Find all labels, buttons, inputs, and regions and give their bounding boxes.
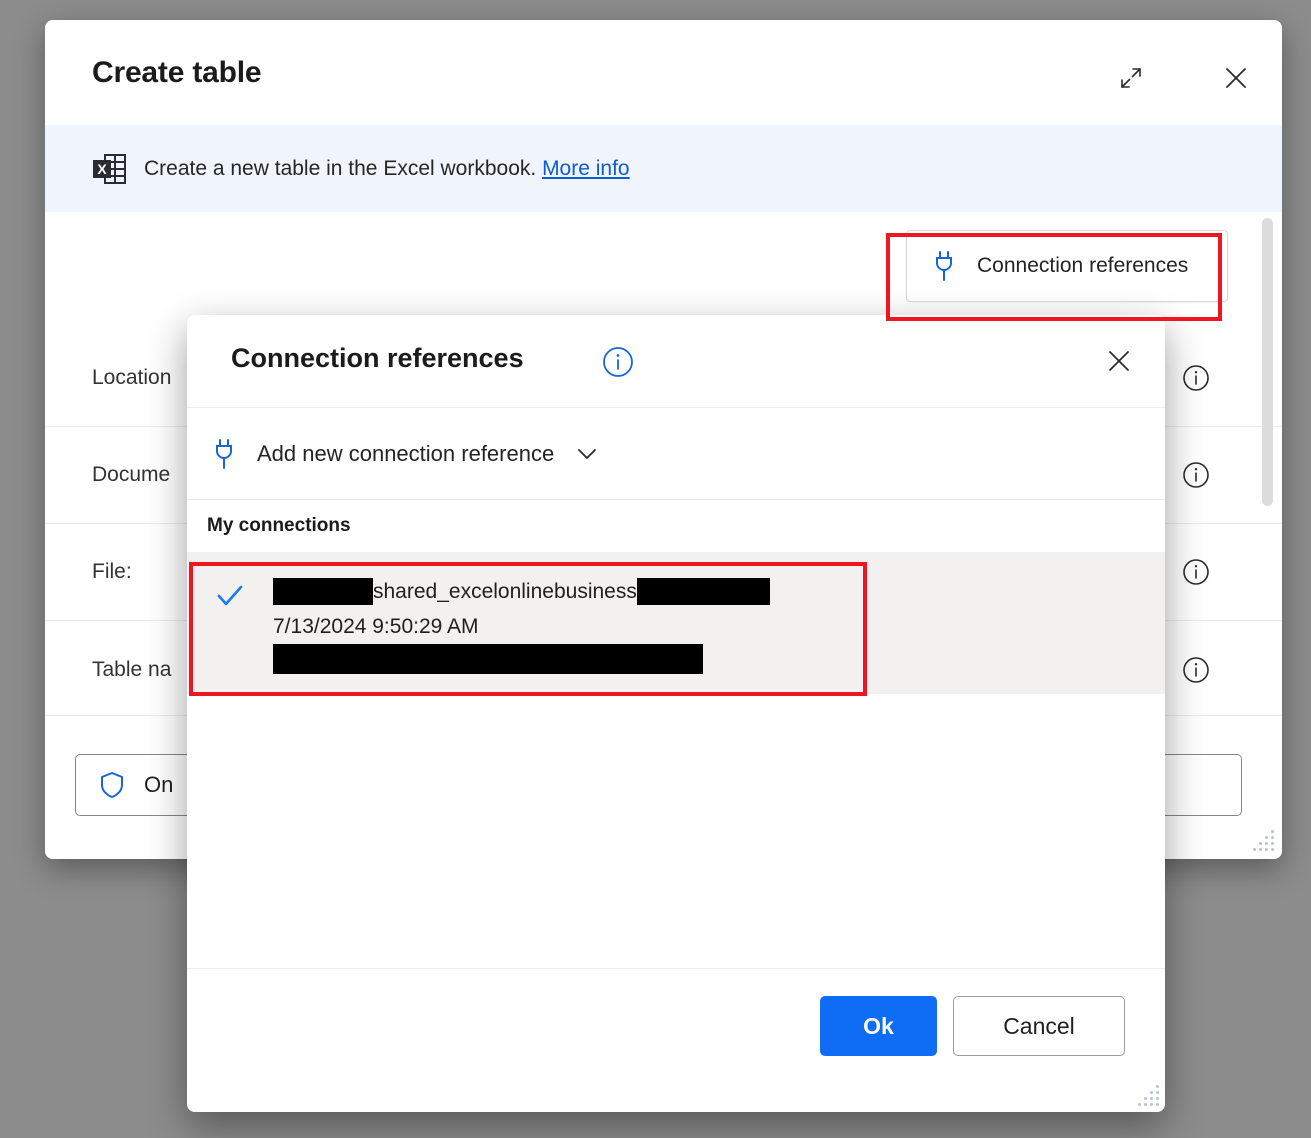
plug-icon: [216, 438, 232, 469]
connection-detail-line: [273, 644, 1165, 674]
close-icon[interactable]: [1099, 341, 1139, 381]
infobar-text: Create a new table in the Excel workbook…: [144, 157, 630, 181]
resize-grip[interactable]: [1252, 829, 1274, 851]
form-label-file: File:: [92, 560, 132, 583]
connection-timestamp: 7/13/2024 9:50:29 AM: [273, 615, 479, 638]
plug-icon: [936, 251, 952, 281]
add-new-connection-reference-label: Add new connection reference: [257, 440, 555, 466]
connection-references-title: Connection references: [231, 343, 524, 373]
close-icon[interactable]: [1214, 56, 1258, 100]
info-icon[interactable]: [1182, 656, 1210, 684]
more-info-link[interactable]: More info: [542, 157, 630, 180]
connection-references-button[interactable]: Connection references: [906, 230, 1228, 302]
scrollbar-thumb[interactable]: [1262, 218, 1273, 506]
connection-references-header: Connection references: [187, 315, 1165, 408]
redaction-block: [273, 578, 373, 605]
my-connections-group-label: My connections: [207, 515, 351, 536]
redaction-block: [273, 644, 703, 674]
expand-icon[interactable]: [1109, 56, 1153, 100]
connection-references-button-label: Connection references: [977, 254, 1189, 277]
scrollbar[interactable]: [1260, 212, 1274, 715]
connection-references-footer: Ok Cancel: [187, 968, 1165, 1112]
info-icon[interactable]: [602, 346, 634, 378]
info-icon[interactable]: [1182, 558, 1210, 586]
ok-button[interactable]: Ok: [820, 996, 937, 1056]
infobar-message: Create a new table in the Excel workbook…: [144, 156, 537, 180]
chevron-down-icon[interactable]: [574, 441, 600, 467]
shield-icon: [101, 772, 123, 798]
page-title: Create table: [92, 56, 262, 89]
resize-grip[interactable]: [1137, 1084, 1159, 1106]
form-label-document-library: Docume: [92, 463, 171, 486]
cancel-button[interactable]: Cancel: [953, 996, 1125, 1056]
form-label-location: Location: [92, 366, 172, 389]
form-label-table-name: Table na: [92, 657, 172, 681]
checkmark-icon: [187, 574, 273, 674]
connection-name: shared_excelonlinebusiness: [373, 580, 637, 603]
svg-text:X: X: [97, 161, 107, 177]
info-icon[interactable]: [1182, 364, 1210, 392]
connection-references-dialog: Connection references Add new connection…: [187, 315, 1165, 1112]
add-new-connection-reference-button[interactable]: Add new connection reference: [187, 408, 1165, 500]
create-table-infobar: X Create a new table in the Excel workbo…: [45, 125, 1282, 212]
connection-name-line: shared_excelonlinebusiness: [273, 574, 1165, 609]
on-behalf-of-label: On: [144, 772, 174, 797]
excel-icon: X: [93, 153, 126, 184]
redaction-block: [636, 578, 770, 605]
connections-list: shared_excelonlinebusiness 7/13/2024 9:5…: [187, 552, 1165, 694]
list-item[interactable]: shared_excelonlinebusiness 7/13/2024 9:5…: [187, 552, 1165, 694]
info-icon[interactable]: [1182, 461, 1210, 489]
create-table-titlebar: Create table: [45, 20, 1282, 125]
connection-details: shared_excelonlinebusiness 7/13/2024 9:5…: [273, 574, 1165, 674]
